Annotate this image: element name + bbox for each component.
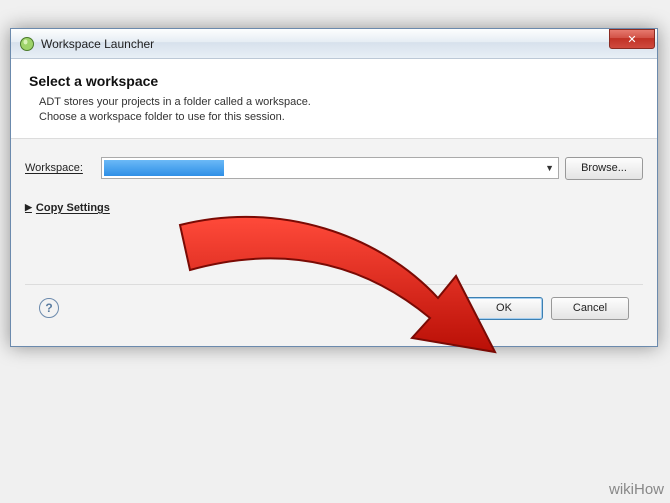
help-icon: ? <box>45 301 52 315</box>
workspace-selection-highlight <box>104 160 224 176</box>
workspace-label: Workspace: <box>25 162 95 174</box>
ok-button[interactable]: OK <box>465 297 543 320</box>
workspace-launcher-dialog: Workspace Launcher ✕ Select a workspace … <box>10 28 658 347</box>
dialog-footer: ? OK Cancel <box>25 284 643 334</box>
watermark: wikiHow <box>609 481 664 499</box>
dialog-title: Workspace Launcher <box>41 37 609 51</box>
cancel-button[interactable]: Cancel <box>551 297 629 320</box>
header-heading: Select a workspace <box>29 73 639 89</box>
copy-settings-toggle[interactable]: ▶ Copy Settings <box>25 202 643 214</box>
chevron-down-icon: ▼ <box>545 163 554 173</box>
close-button[interactable]: ✕ <box>609 29 655 49</box>
header-description: ADT stores your projects in a folder cal… <box>39 95 639 126</box>
form-area: Workspace: ▼ Browse... ▶ Copy Settings ?… <box>11 139 657 346</box>
app-icon <box>19 36 35 52</box>
browse-button[interactable]: Browse... <box>565 157 643 180</box>
dialog-header: Select a workspace ADT stores your proje… <box>11 59 657 139</box>
workspace-combobox[interactable]: ▼ <box>101 157 559 179</box>
titlebar: Workspace Launcher ✕ <box>11 29 657 59</box>
copy-settings-label: Copy Settings <box>36 202 110 214</box>
triangle-right-icon: ▶ <box>25 202 32 213</box>
header-line2: Choose a workspace folder to use for thi… <box>39 110 639 125</box>
workspace-row: Workspace: ▼ Browse... <box>25 157 643 180</box>
header-line1: ADT stores your projects in a folder cal… <box>39 95 639 110</box>
help-button[interactable]: ? <box>39 298 59 318</box>
close-icon: ✕ <box>627 33 636 46</box>
